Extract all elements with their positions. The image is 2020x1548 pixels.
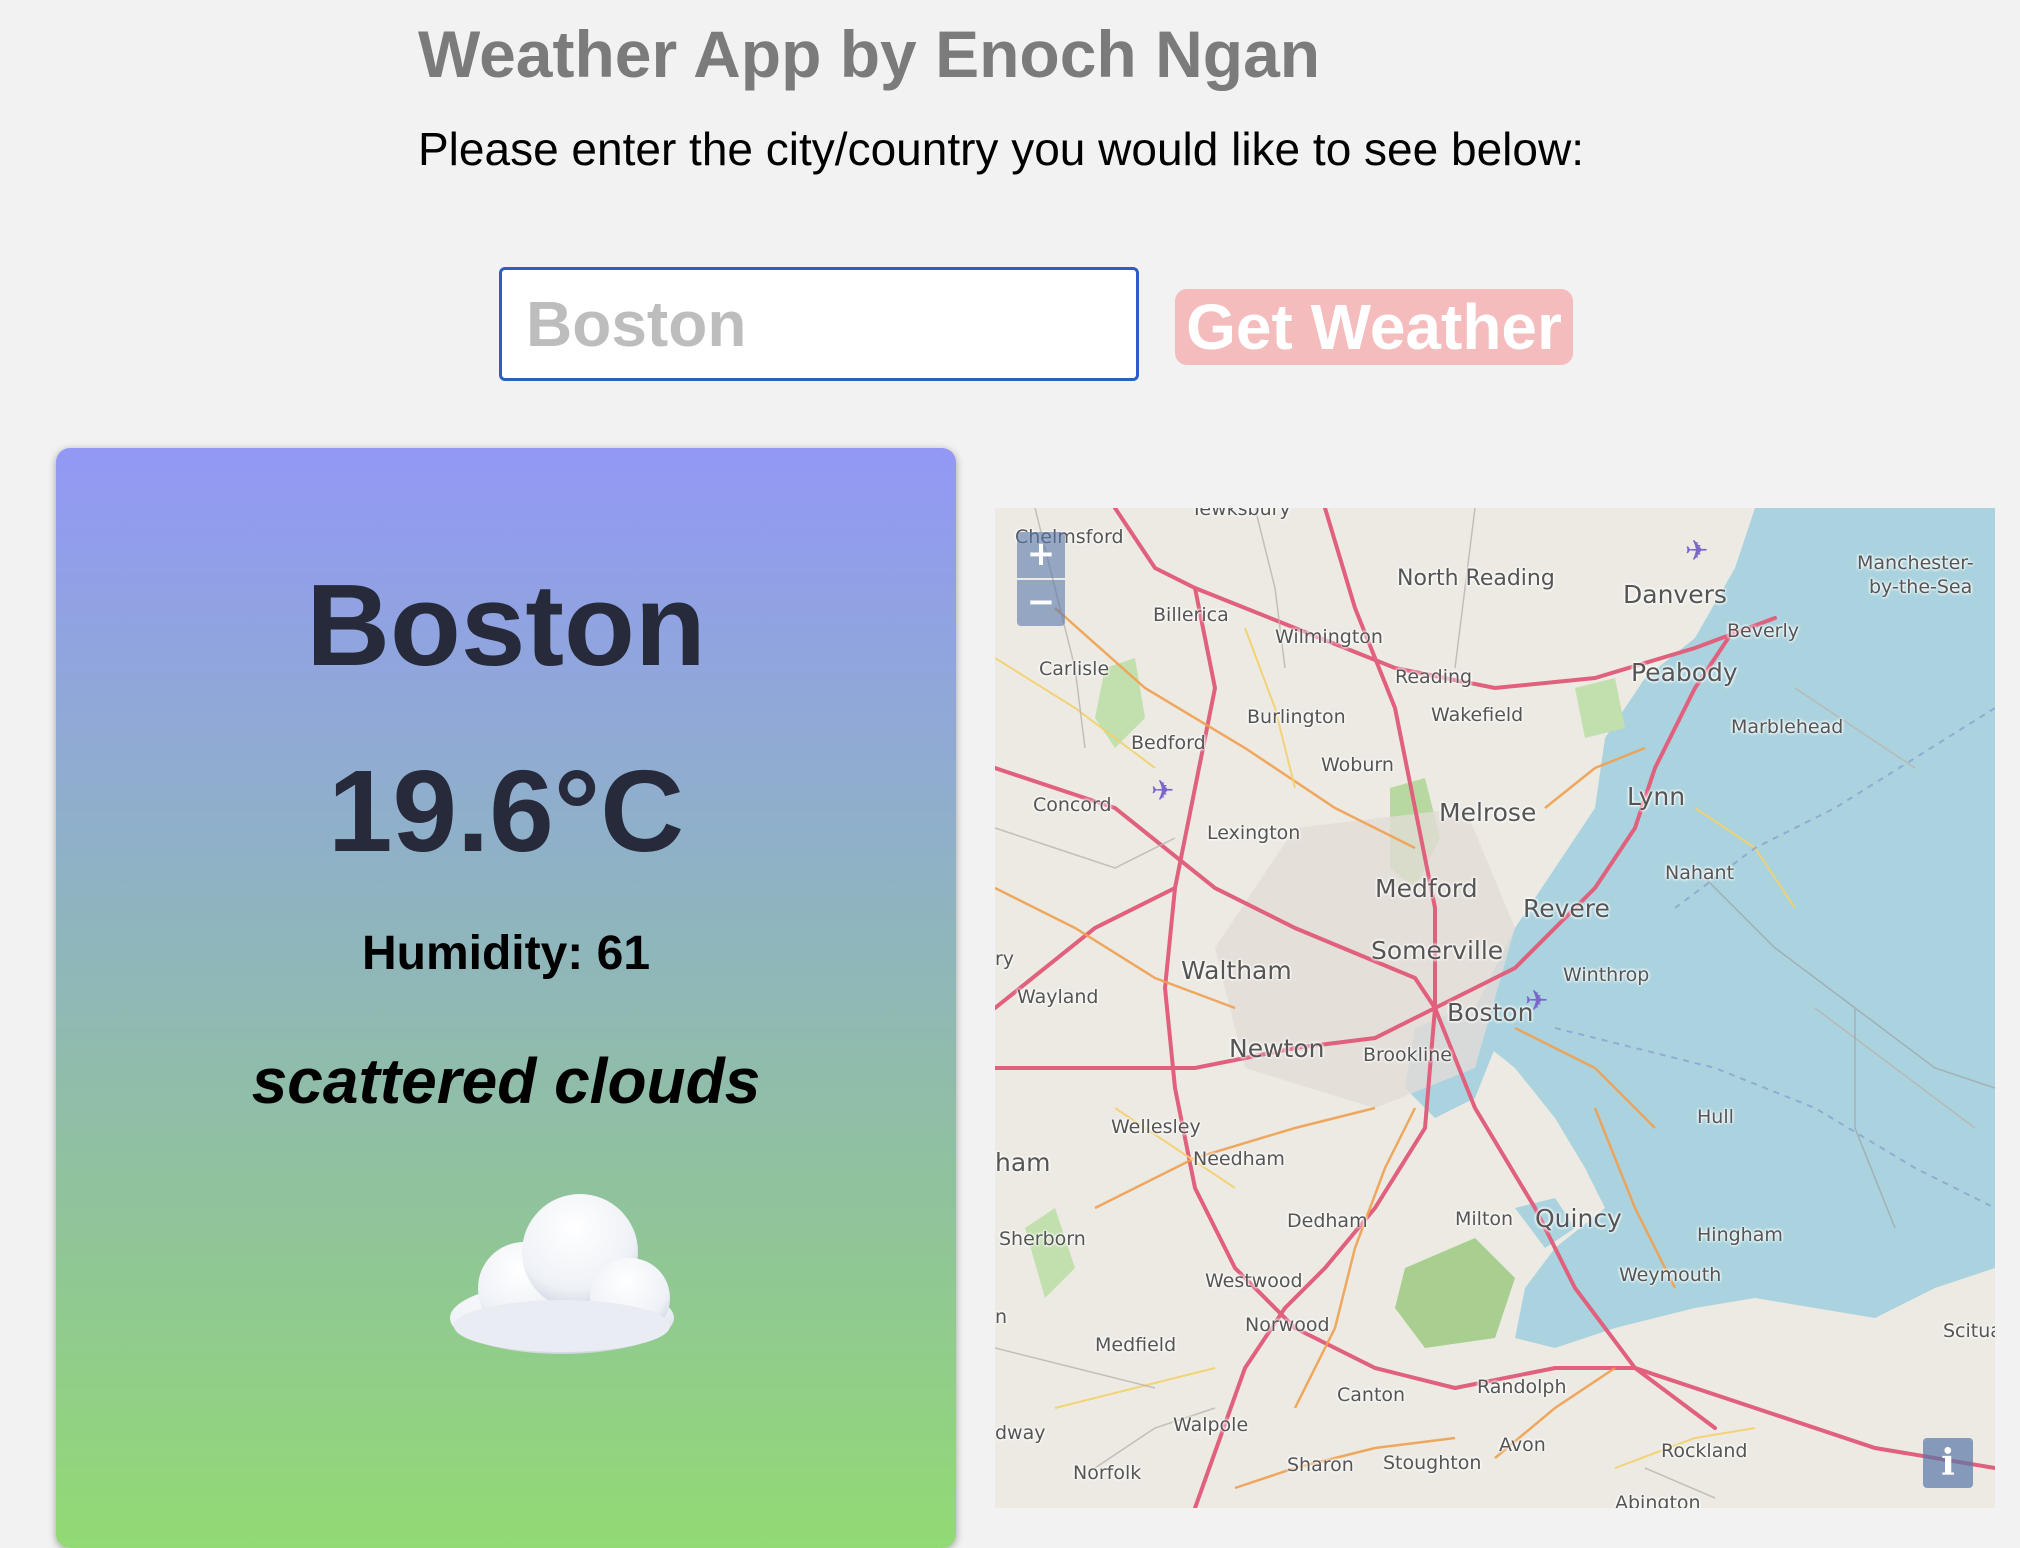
map-label: Wellesley [1111,1116,1201,1138]
map-label: Danvers [1623,580,1727,609]
map-label: Milton [1455,1208,1514,1230]
map-label: Winthrop [1563,964,1650,986]
map-label: by-the-Sea [1869,576,1973,598]
map-label: Waltham [1181,956,1292,985]
humidity-text: Humidity: 61 [361,927,651,980]
map-label: Carlisle [1039,658,1110,680]
page-instructions: Please enter the city/country you would … [418,123,1584,175]
map-label: Wayland [1017,986,1099,1008]
map-label: Wilmington [1275,626,1383,648]
map-label: Hingham [1697,1224,1783,1246]
weather-humidity: Humidity: 61 [56,926,956,981]
map-label: Canton [1337,1384,1406,1406]
map-label: ham [995,1148,1051,1177]
map-label: Walpole [1173,1414,1249,1436]
map-label: Bedford [1131,732,1206,754]
weather-city-name: Boston [306,560,706,690]
map-label: Newton [1229,1034,1325,1063]
map-label: Melrose [1439,798,1537,827]
map-label: Dedham [1287,1210,1368,1232]
map-label: North Reading [1397,566,1555,591]
map-label: Nahant [1665,862,1735,884]
map-label: Medford [1375,874,1478,903]
map-label: Revere [1523,894,1610,923]
map-label: Beverly [1727,620,1799,642]
map-view[interactable]: ✈ ✈ ✈ Tewksbury Chelmsford North Reading… [995,508,1995,1508]
map-label: Reading [1395,666,1473,688]
map-label: Marblehead [1731,716,1844,738]
map-label: Quincy [1535,1204,1622,1233]
map-label: Avon [1499,1434,1546,1456]
airport-icon: ✈ [1685,534,1709,567]
map-label: Sherborn [999,1228,1086,1250]
map-label: Boston [1447,998,1534,1027]
weather-temperature: 19.6°C [328,746,684,876]
weather-description: scattered clouds [251,1045,761,1117]
map-label: dway [995,1422,1046,1444]
map-label: Weymouth [1619,1264,1722,1286]
map-label: Manchester- [1857,552,1974,574]
weather-card: Boston 19.6°C Humidity: 61 scattered clo… [56,448,956,1548]
map-label: Norfolk [1073,1462,1142,1484]
zoom-out-button[interactable]: − [1017,580,1065,626]
map-label: Medfield [1095,1334,1177,1356]
map-label: Concord [1033,794,1112,816]
map-label: Wakefield [1431,704,1524,726]
map-label: Tewksbury [1191,508,1291,520]
map-label: Abington [1615,1492,1701,1508]
map-label: Scitua [1943,1320,1995,1342]
map-label: Somerville [1371,936,1504,965]
city-search-input[interactable] [499,267,1139,381]
map-label: Lynn [1627,782,1686,811]
map-label: Norwood [1245,1314,1330,1336]
map-label: ry [995,948,1015,970]
map-label: Billerica [1153,604,1229,626]
map-label: Randolph [1477,1376,1567,1398]
map-label: Brookline [1363,1044,1452,1066]
zoom-in-button[interactable]: + [1017,532,1065,578]
cloud-icon [442,1188,682,1358]
map-label: Peabody [1631,658,1738,687]
map-label: Woburn [1321,754,1394,776]
map-label: Hull [1697,1106,1734,1128]
page-title: Weather App by Enoch Ngan [418,17,1321,91]
map-label: Needham [1193,1148,1285,1170]
map-label: Burlington [1247,706,1346,728]
get-weather-button[interactable]: Get Weather [1175,289,1573,365]
airport-icon: ✈ [1151,774,1175,807]
map-info-button[interactable]: i [1923,1438,1973,1488]
map-label: Lexington [1207,822,1301,844]
map-label: Sharon [1287,1454,1354,1476]
map-label: Stoughton [1383,1452,1482,1474]
map-label: n [995,1306,1008,1328]
map-label: Westwood [1205,1270,1303,1292]
map-label: Rockland [1661,1440,1748,1462]
